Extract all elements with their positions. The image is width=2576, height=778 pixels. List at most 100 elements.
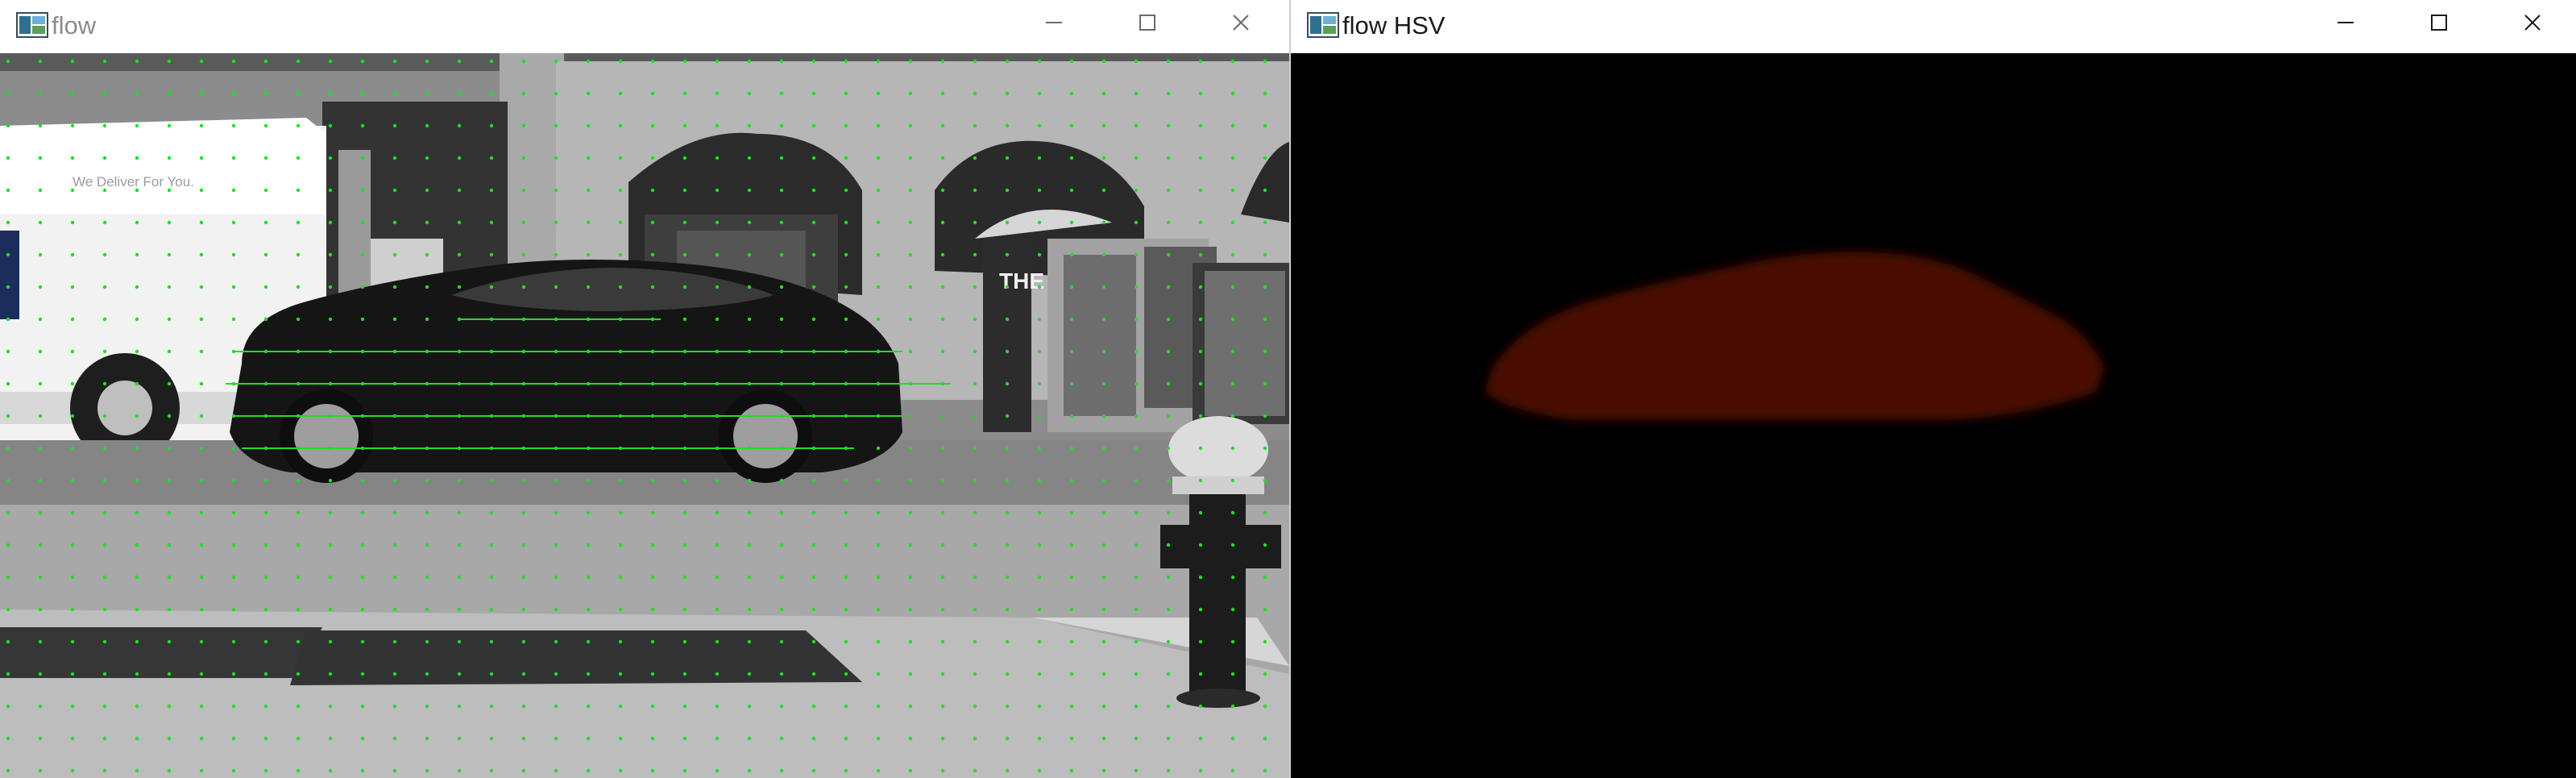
- flow-vector-dot: [682, 607, 687, 612]
- flow-vector-dot: [1166, 381, 1171, 386]
- flow-vector-dot: [1166, 156, 1171, 160]
- close-button[interactable]: [2487, 0, 2576, 45]
- flow-vector-dot: [586, 704, 591, 709]
- flow-vector-dot: [489, 220, 494, 225]
- flow-vector-dot: [489, 768, 494, 773]
- flow-vector-dot: [1230, 414, 1235, 418]
- flow-vector-dot: [38, 414, 43, 418]
- flow-vector-dot: [360, 285, 365, 289]
- flow-vector-dot: [102, 220, 107, 225]
- flow-vector-dot: [1101, 510, 1106, 515]
- flow-vector-dot: [1101, 381, 1106, 386]
- flow-vector-dot: [521, 156, 526, 160]
- window-title: flow HSV: [1342, 11, 1446, 40]
- minimize-button[interactable]: [2300, 0, 2391, 45]
- title-bar[interactable]: flow HSV: [1291, 0, 2576, 53]
- maximize-button[interactable]: [1102, 0, 1193, 45]
- flow-window: flow THE We Deliver For You.: [0, 0, 1291, 778]
- flow-vector-dot: [231, 510, 236, 515]
- flow-vector-dot: [199, 252, 204, 257]
- flow-vector-dot: [70, 381, 75, 386]
- flow-vector-dot: [521, 768, 526, 773]
- flow-vector-dot: [908, 349, 913, 354]
- flow-vector-dot: [1230, 607, 1235, 612]
- flow-vector-dot: [392, 607, 397, 612]
- flow-vector-dot: [1198, 607, 1203, 612]
- flow-vector-dot: [6, 607, 10, 612]
- flow-vector-dot: [328, 704, 333, 709]
- flow-vector-dot: [811, 704, 816, 709]
- flow-vector-dot: [908, 704, 913, 709]
- flow-vector-dot: [6, 575, 10, 580]
- flow-vector-dot: [1069, 252, 1074, 257]
- flow-vector-dot: [167, 381, 172, 386]
- flow-vector-dot: [650, 220, 655, 225]
- flow-vector-dot: [328, 672, 333, 676]
- flow-vector-dot: [263, 510, 268, 515]
- flow-vector-dot: [457, 768, 462, 773]
- maximize-icon: [2431, 15, 2447, 31]
- flow-vector-dot: [1263, 607, 1267, 612]
- flow-vector-dot: [1134, 123, 1139, 128]
- flow-vector-dot: [199, 543, 204, 547]
- flow-vector-dot: [650, 768, 655, 773]
- flow-vector-dot: [1101, 188, 1106, 193]
- flow-vector-dot: [908, 285, 913, 289]
- flow-vector-dot: [682, 672, 687, 676]
- flow-vector-dot: [747, 704, 752, 709]
- flow-vector-dot: [102, 543, 107, 547]
- flow-vector-dot: [811, 768, 816, 773]
- title-bar[interactable]: flow: [0, 0, 1289, 53]
- flow-vector-dot: [457, 252, 462, 257]
- flow-vector-dot: [618, 607, 623, 612]
- flow-vector-dot: [618, 510, 623, 515]
- flow-vector-dot: [489, 639, 494, 644]
- flow-vector-dot: [360, 639, 365, 644]
- flow-vector-dot: [521, 704, 526, 709]
- flow-vector-dot: [811, 736, 816, 741]
- flow-vector-dot: [102, 123, 107, 128]
- flow-vector-dot: [779, 543, 784, 547]
- flow-vector-dot: [6, 672, 10, 676]
- flow-vector-dot: [102, 349, 107, 354]
- flow-vector-dot: [1166, 478, 1171, 483]
- flow-vector-dot: [167, 575, 172, 580]
- flow-vector-dot: [554, 704, 558, 709]
- stall-sign: THE: [999, 268, 1044, 293]
- flow-vector-dot: [135, 414, 139, 418]
- flow-vector-dot: [876, 446, 881, 451]
- flow-vector-dot: [425, 510, 429, 515]
- flow-vector-dot: [135, 446, 139, 451]
- flow-vector-dot: [360, 317, 365, 322]
- maximize-button[interactable]: [2394, 0, 2484, 45]
- flow-vector-dot: [231, 446, 236, 451]
- flow-vector-dot: [779, 123, 784, 128]
- flow-vector-dot: [908, 607, 913, 612]
- flow-vector-dot: [682, 123, 687, 128]
- flow-vector-dot: [586, 639, 591, 644]
- flow-vector-dot: [102, 188, 107, 193]
- flow-vector-dot: [489, 188, 494, 193]
- flow-vector-dot: [328, 59, 333, 64]
- flow-vector-dot: [70, 123, 75, 128]
- flow-vector-dot: [1069, 59, 1074, 64]
- flow-vector-dot: [1134, 704, 1139, 709]
- flow-vector-dot: [135, 543, 139, 547]
- flow-vector-dot: [199, 349, 204, 354]
- flow-vector-dot: [1101, 59, 1106, 64]
- flow-vector-dot: [102, 607, 107, 612]
- flow-vector-dot: [908, 543, 913, 547]
- flow-vector-dot: [102, 91, 107, 96]
- flow-vector-dot: [747, 188, 752, 193]
- flow-vector-dot: [489, 123, 494, 128]
- flow-vector-dot: [521, 59, 526, 64]
- flow-vector-dot: [1230, 639, 1235, 644]
- close-button[interactable]: [1196, 0, 1286, 45]
- flow-vector-dot: [263, 188, 268, 193]
- minimize-button[interactable]: [1009, 0, 1099, 45]
- street-scene: THE We Deliver For You.: [0, 53, 1289, 778]
- flow-vector-dot: [70, 220, 75, 225]
- flow-vector-dot: [876, 188, 881, 193]
- flow-vector-dot: [199, 607, 204, 612]
- flow-vector-dot: [844, 575, 848, 580]
